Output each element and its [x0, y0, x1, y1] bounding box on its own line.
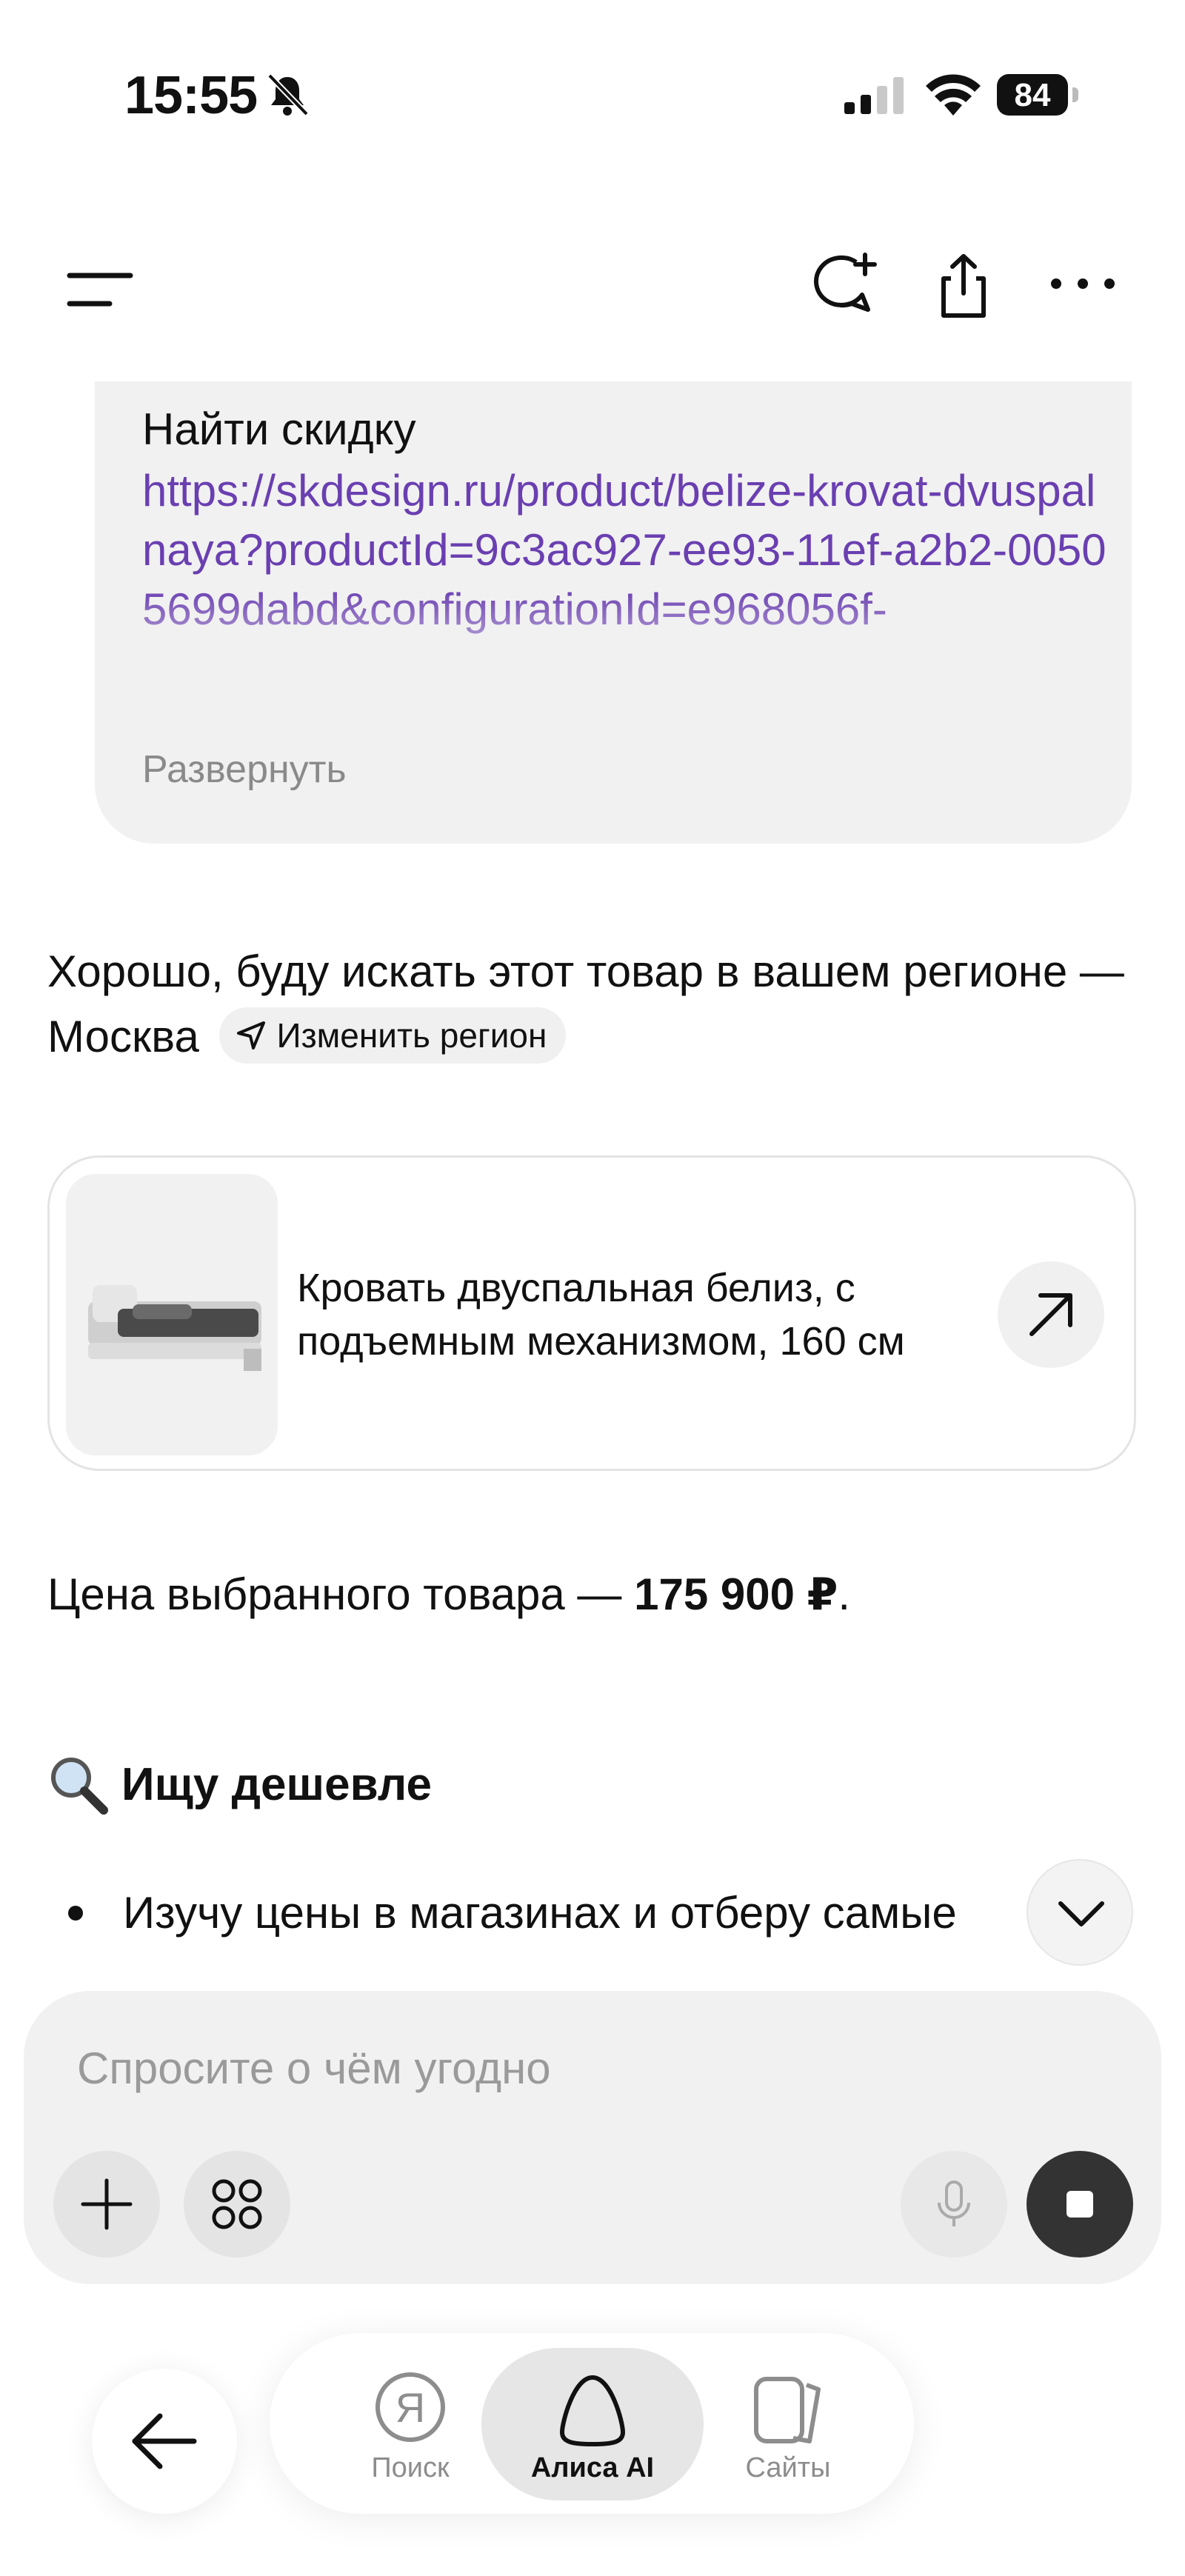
list-item-text: Изучу цены в магазинах и отберу самые	[123, 1888, 957, 1938]
alice-icon	[560, 2375, 625, 2446]
magnifier-icon	[51, 1758, 108, 1815]
price-value: 175 900 ₽	[634, 1569, 838, 1619]
nav-item-alice[interactable]: Алиса AI	[481, 2348, 704, 2500]
menu-icon[interactable]	[67, 268, 133, 313]
wifi-icon	[926, 74, 981, 116]
message-input-box[interactable]: Спросите о чём угодно	[24, 1991, 1161, 2284]
yandex-search-icon: Я	[375, 2372, 445, 2442]
nav-item-sites[interactable]: Сайты	[714, 2348, 862, 2500]
list-item: Изучу цены в магазинах и отберу самые	[68, 1887, 957, 1938]
user-message-link[interactable]: https://skdesign.ru/product/belize-krova…	[142, 461, 1120, 672]
product-name: Кровать двуспальная белиз, с подъемным м…	[297, 1266, 905, 1364]
scroll-down-button[interactable]	[1027, 1859, 1133, 1966]
battery-level: 84	[1014, 77, 1051, 113]
attach-button[interactable]	[53, 2151, 160, 2258]
microphone-button[interactable]	[901, 2151, 1007, 2258]
price-prefix: Цена выбранного товара —	[47, 1569, 635, 1619]
assistant-reply: Хорошо, буду искать этот товар в вашем р…	[47, 939, 1144, 1070]
nav-label-sites: Сайты	[745, 2452, 831, 2483]
search-heading-text: Ищу дешевле	[121, 1758, 432, 1810]
back-button[interactable]	[92, 2369, 237, 2514]
share-icon[interactable]	[932, 252, 995, 318]
apps-button[interactable]	[184, 2151, 290, 2258]
user-message-bubble: Найти скидку https://skdesign.ru/product…	[95, 381, 1132, 844]
stop-generation-button[interactable]	[1027, 2151, 1133, 2258]
assistant-reply-text: Хорошо, буду искать этот товар в вашем р…	[47, 947, 1124, 1061]
status-time: 15:55	[124, 66, 258, 125]
svg-text:Я: Я	[395, 2384, 425, 2431]
plus-icon	[81, 2178, 133, 2230]
message-input[interactable]: Спросите о чём угодно	[77, 2043, 551, 2094]
expand-button[interactable]: Развернуть	[142, 747, 347, 792]
user-message-title: Найти скидку	[142, 404, 416, 454]
new-chat-icon[interactable]	[813, 252, 877, 316]
nav-item-search[interactable]: Я Поиск	[336, 2348, 484, 2500]
price-line: Цена выбранного товара — 175 900 ₽.	[47, 1569, 850, 1621]
nav-label-search: Поиск	[371, 2452, 450, 2483]
nav-label-alice: Алиса AI	[530, 2452, 655, 2483]
product-card[interactable]: Кровать двуспальная белиз, с подъемным м…	[47, 1155, 1136, 1471]
apps-grid-icon	[212, 2179, 262, 2229]
stop-icon	[1066, 2191, 1093, 2218]
bullet-dot	[68, 1905, 83, 1921]
sites-icon	[754, 2377, 821, 2443]
product-image	[66, 1174, 278, 1455]
bottom-nav: Я Поиск Алиса AI Сайты	[270, 2333, 914, 2514]
chevron-down-icon	[1058, 1901, 1104, 1926]
arrow-up-right-icon	[1029, 1293, 1072, 1336]
microphone-icon	[938, 2180, 970, 2226]
more-options-icon[interactable]	[1049, 273, 1117, 295]
location-arrow-icon	[236, 1021, 265, 1050]
arrow-left-icon	[132, 2413, 197, 2469]
open-product-button[interactable]	[998, 1261, 1104, 1368]
battery-indicator: 84	[997, 74, 1078, 116]
change-region-label: Изменить регион	[276, 1016, 547, 1055]
change-region-button[interactable]: Изменить регион	[218, 1007, 567, 1064]
cellular-signal-icon	[844, 77, 904, 114]
search-heading: Ищу дешевле	[47, 1754, 432, 1815]
price-suffix: .	[838, 1569, 851, 1619]
silent-bell-icon	[267, 73, 309, 116]
